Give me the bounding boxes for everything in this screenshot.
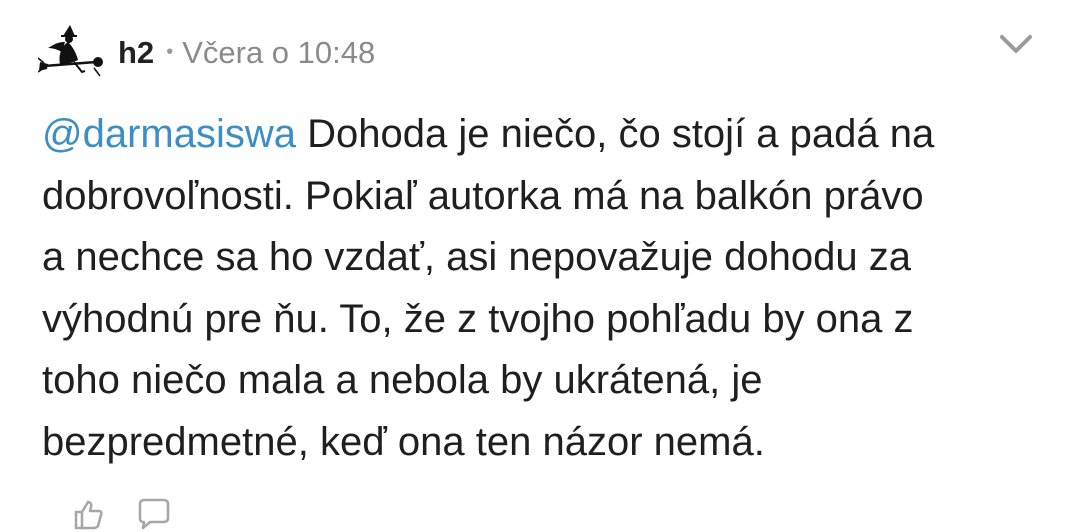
meta-separator: •	[166, 41, 174, 63]
chevron-down-icon[interactable]	[996, 28, 1036, 60]
comment-line-5: toho niečo mala a nebola by ukrátená, je	[42, 358, 763, 402]
witch-avatar-icon	[38, 25, 103, 77]
comment-line-4: výhodnú pre ňu. To, že z tvojho pohľadu …	[42, 296, 914, 341]
comment-body: @darmasiswa Dohoda je niečo, čo stojí a …	[42, 104, 1052, 473]
comment-line-6: bezpredmetné, keď ona ten názor nemá.	[42, 419, 765, 464]
comment-line-2: dobrovoľnosti. Pokiaľ autorka má na balk…	[42, 173, 924, 218]
author-name[interactable]: h2	[118, 37, 154, 68]
comment-line-1-text: Dohoda je niečo, čo stojí a padá na	[296, 112, 935, 156]
post-timestamp: Včera o 10:48	[182, 34, 376, 70]
avatar[interactable]	[38, 22, 106, 82]
comment-line-3: a nechce sa ho vzdať, asi nepovažuje doh…	[42, 235, 911, 279]
comment-card: h2 • Včera o 10:48 @darmasiswa Dohoda je…	[0, 0, 1080, 530]
user-mention-link[interactable]: @darmasiswa	[42, 112, 296, 156]
like-icon[interactable]	[70, 496, 106, 532]
comment-header: h2 • Včera o 10:48	[38, 22, 375, 82]
comment-icon[interactable]	[136, 496, 172, 532]
comment-actions	[70, 496, 470, 530]
comment-line-1: @darmasiswa Dohoda je niečo, čo stojí a …	[42, 104, 1052, 166]
